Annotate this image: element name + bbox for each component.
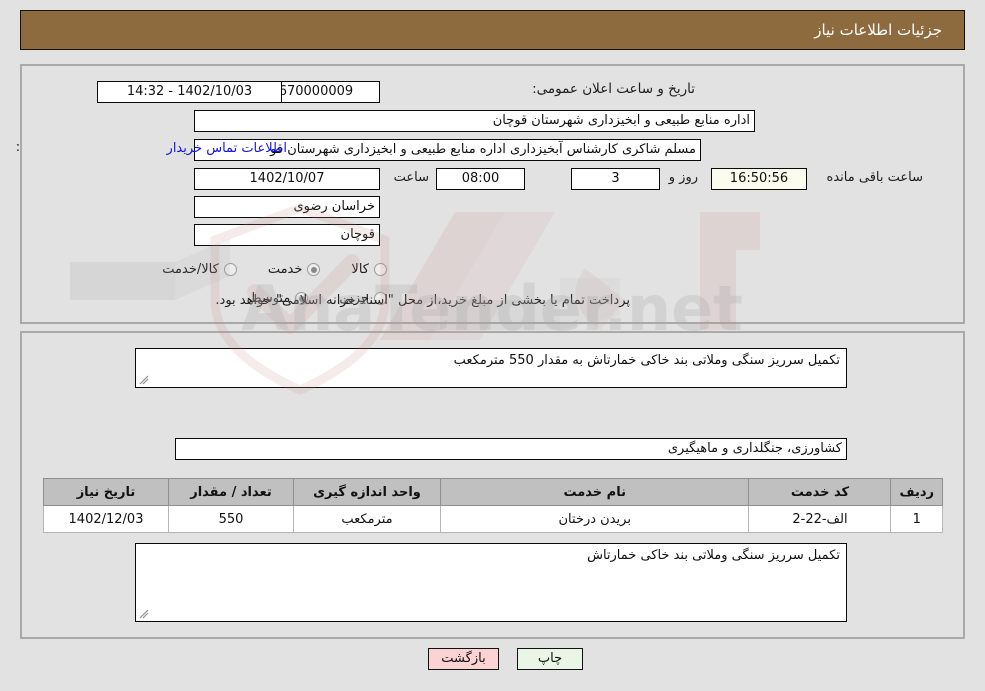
need-summary-panel: [20, 64, 965, 324]
announce-datetime-label: تاریخ و ساعت اعلان عمومی:: [532, 81, 695, 97]
page-root: AnaTender.net جزئیات اطلاعات نیاز شماره …: [0, 0, 985, 691]
services-table: ردیف کد خدمت نام خدمت واحد اندازه گیری ت…: [43, 478, 943, 533]
province-value: خراسان رضوی: [194, 196, 380, 218]
deadline-time-label: ساعت: [393, 170, 429, 185]
back-button[interactable]: بازگشت: [428, 648, 499, 670]
print-button[interactable]: چاپ: [517, 648, 583, 670]
table-header-row: ردیف کد خدمت نام خدمت واحد اندازه گیری ت…: [43, 478, 943, 506]
radio-kala-icon[interactable]: [374, 263, 387, 276]
category-option-kala[interactable]: کالا: [351, 262, 387, 277]
category-option-kala-khedmat-label: کالا/خدمت: [162, 262, 219, 277]
category-option-kala-khedmat[interactable]: کالا/خدمت: [162, 262, 237, 277]
category-option-khedmat-label: خدمت: [267, 262, 303, 277]
radio-khedmat-icon[interactable]: [307, 263, 321, 276]
resize-grip-icon[interactable]: [139, 375, 149, 385]
col-service-name: نام خدمت: [439, 478, 750, 506]
buyer-contact-link[interactable]: اطلاعات تماس خریدار: [167, 141, 287, 156]
deadline-date-value: 1402/10/07: [194, 168, 380, 190]
city-value: قوچان: [194, 224, 380, 246]
col-need-date: تاریخ نیاز: [43, 478, 169, 506]
cell-need-date: 1402/12/03: [43, 505, 169, 533]
cell-service-code: الف-22-2: [748, 505, 892, 533]
col-service-code: کد خدمت: [748, 478, 892, 506]
col-row-no: ردیف: [890, 478, 943, 506]
radio-kala-khedmat-icon[interactable]: [223, 263, 237, 276]
page-header-bar: جزئیات اطلاعات نیاز: [20, 10, 965, 50]
buyer-notes-textarea[interactable]: تکمیل سرریز سنگی وملاتی بند خاکی خمارتاش: [135, 543, 847, 622]
service-group-value: کشاورزی، جنگلداری و ماهیگیری: [175, 438, 847, 460]
table-row: 1 الف-22-2 بریدن درختان مترمکعب 550 1402…: [43, 505, 943, 533]
announce-datetime-value: 1402/10/03 - 14:32: [97, 81, 282, 103]
deadline-days-label: روز و: [668, 170, 698, 185]
deadline-remaining-label: ساعت باقی مانده: [826, 170, 923, 185]
deadline-remaining-value: 16:50:56: [711, 168, 807, 190]
buyer-org-value: اداره منابع طبیعی و ابخیزداری شهرستان قو…: [194, 110, 755, 132]
deadline-time-value: 08:00: [436, 168, 525, 190]
purchase-type-note: پرداخت تمام یا بخشی از مبلغ خرید،از محل …: [215, 293, 630, 308]
cell-service-name: بریدن درختان: [439, 505, 750, 533]
announce-datetime-label-wrap: تاریخ و ساعت اعلان عمومی:: [532, 81, 695, 97]
category-option-khedmat[interactable]: خدمت: [268, 262, 321, 277]
deadline-days-value: 3: [571, 168, 660, 190]
general-description-textarea[interactable]: تکمیل سرریز سنگی وملاتی بند خاکی خمارتاش…: [135, 348, 847, 388]
cell-row-no: 1: [890, 505, 943, 533]
general-description-value: تکمیل سرریز سنگی وملاتی بند خاکی خمارتاش…: [453, 353, 840, 368]
cell-unit: مترمکعب: [293, 505, 441, 533]
category-option-kala-label: کالا: [351, 262, 369, 277]
page-title: جزئیات اطلاعات نیاز: [814, 21, 942, 39]
resize-grip-icon-2[interactable]: [139, 609, 149, 619]
col-unit: واحد اندازه گیری: [293, 478, 441, 506]
category-radio-group: کالا خدمت کالا/خدمت: [136, 262, 387, 277]
cell-quantity: 550: [168, 505, 294, 533]
col-quantity: تعداد / مقدار: [168, 478, 294, 506]
buyer-notes-value: تکمیل سرریز سنگی وملاتی بند خاکی خمارتاش: [587, 548, 840, 563]
